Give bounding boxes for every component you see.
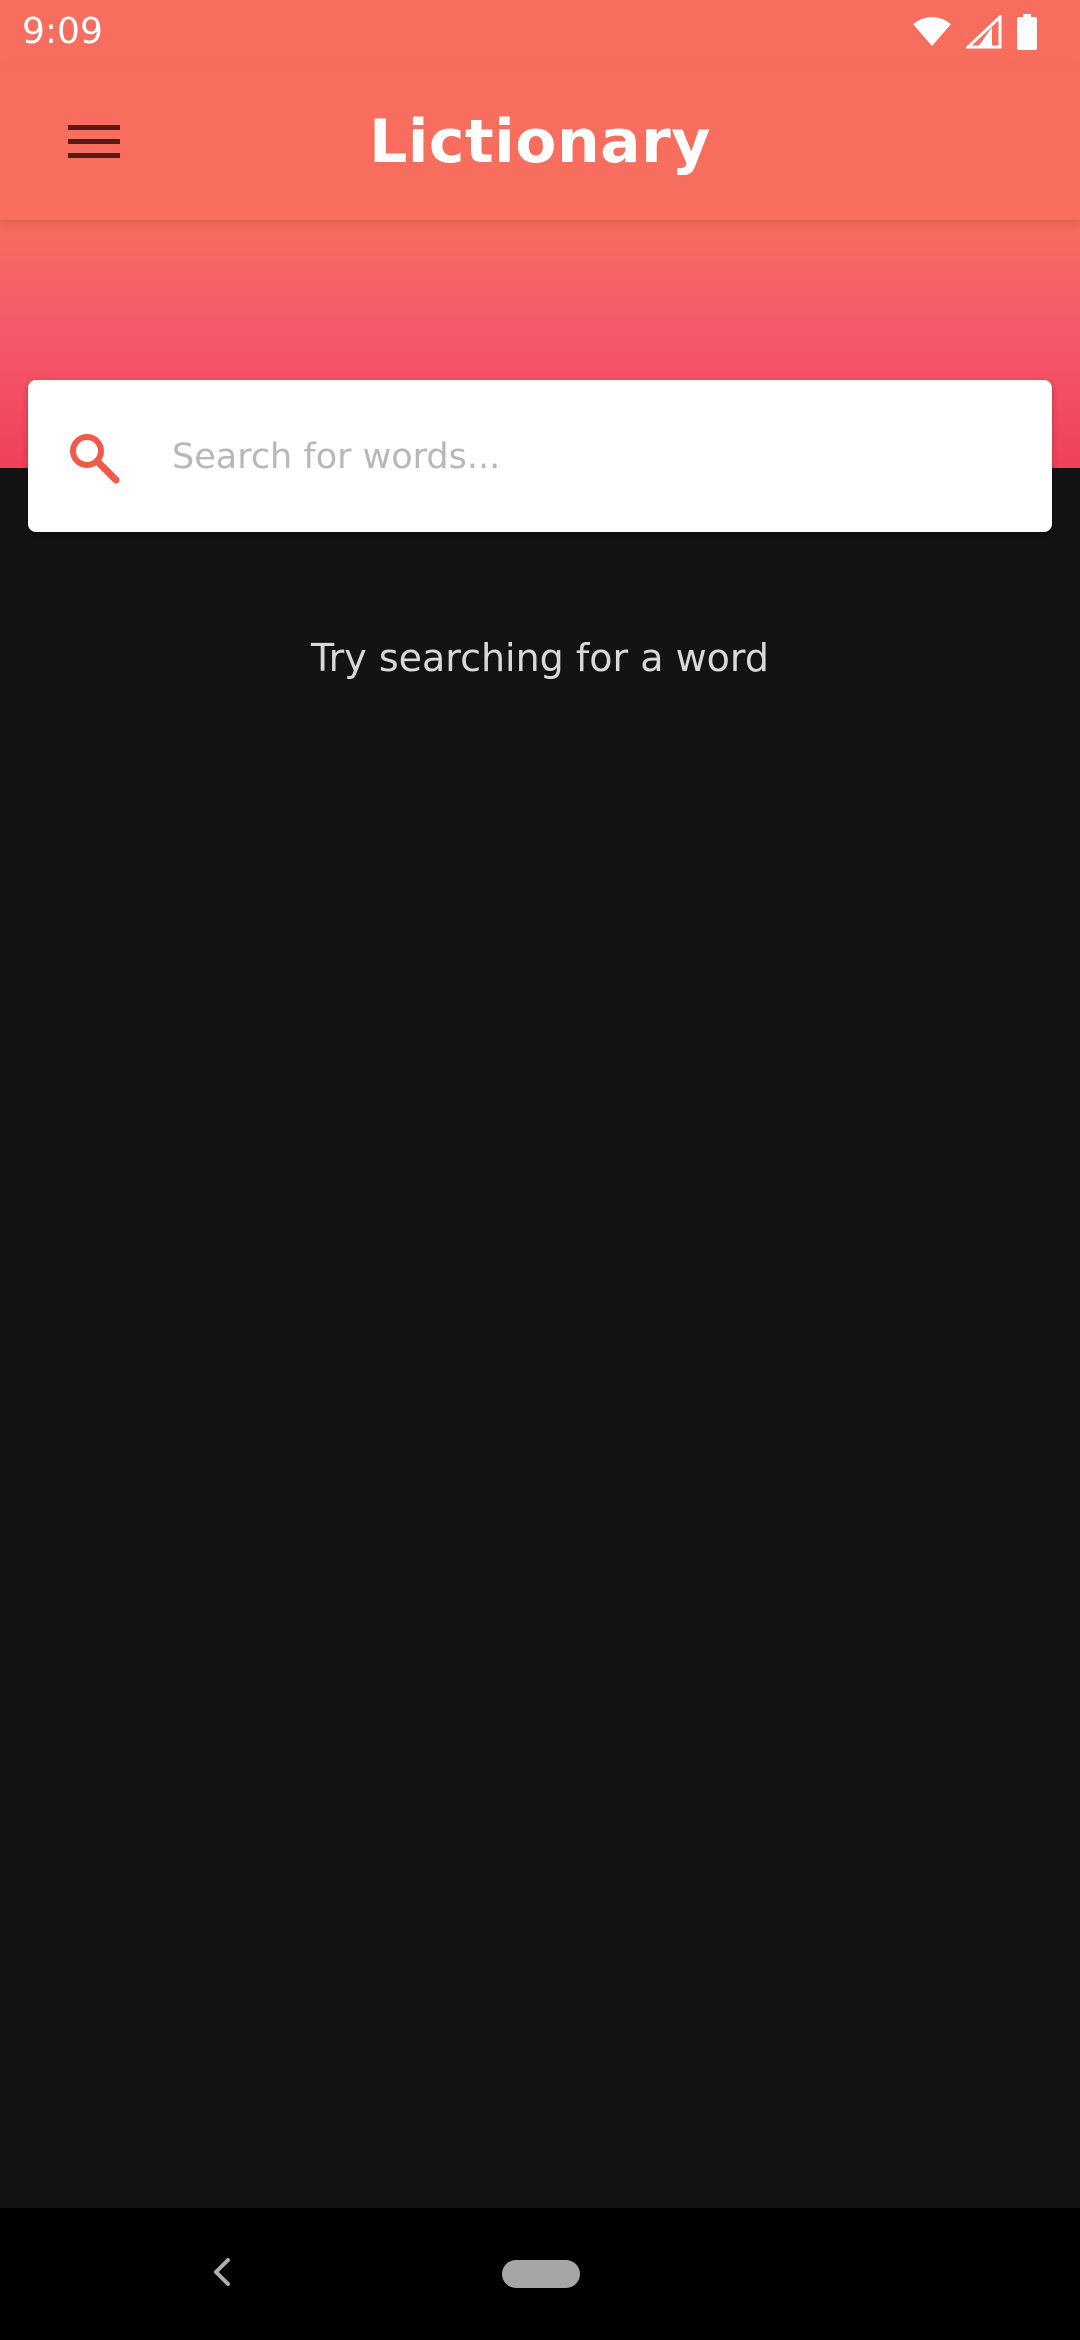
- app-bar: Lictionary: [0, 66, 1080, 220]
- status-bar: 9:09: [0, 0, 1080, 66]
- wifi-icon: [912, 16, 952, 52]
- home-pill-icon[interactable]: [502, 2260, 580, 2288]
- search-input[interactable]: [170, 420, 1014, 494]
- lictionary-screen: 9:09 Lictionary Search for words... Try …: [0, 0, 1080, 2340]
- back-chevron-icon: [210, 2256, 234, 2292]
- status-icons: [912, 13, 1038, 54]
- app-title: Lictionary: [369, 107, 711, 177]
- system-navigation-bar: [0, 2208, 1080, 2340]
- battery-icon: [1016, 14, 1038, 54]
- empty-state-message: Try searching for a word: [311, 636, 769, 680]
- status-time: 9:09: [22, 11, 103, 52]
- cell-signal-icon: [964, 13, 1002, 53]
- search-card[interactable]: [28, 380, 1052, 532]
- search-icon: [66, 430, 122, 486]
- back-button[interactable]: [196, 2248, 248, 2300]
